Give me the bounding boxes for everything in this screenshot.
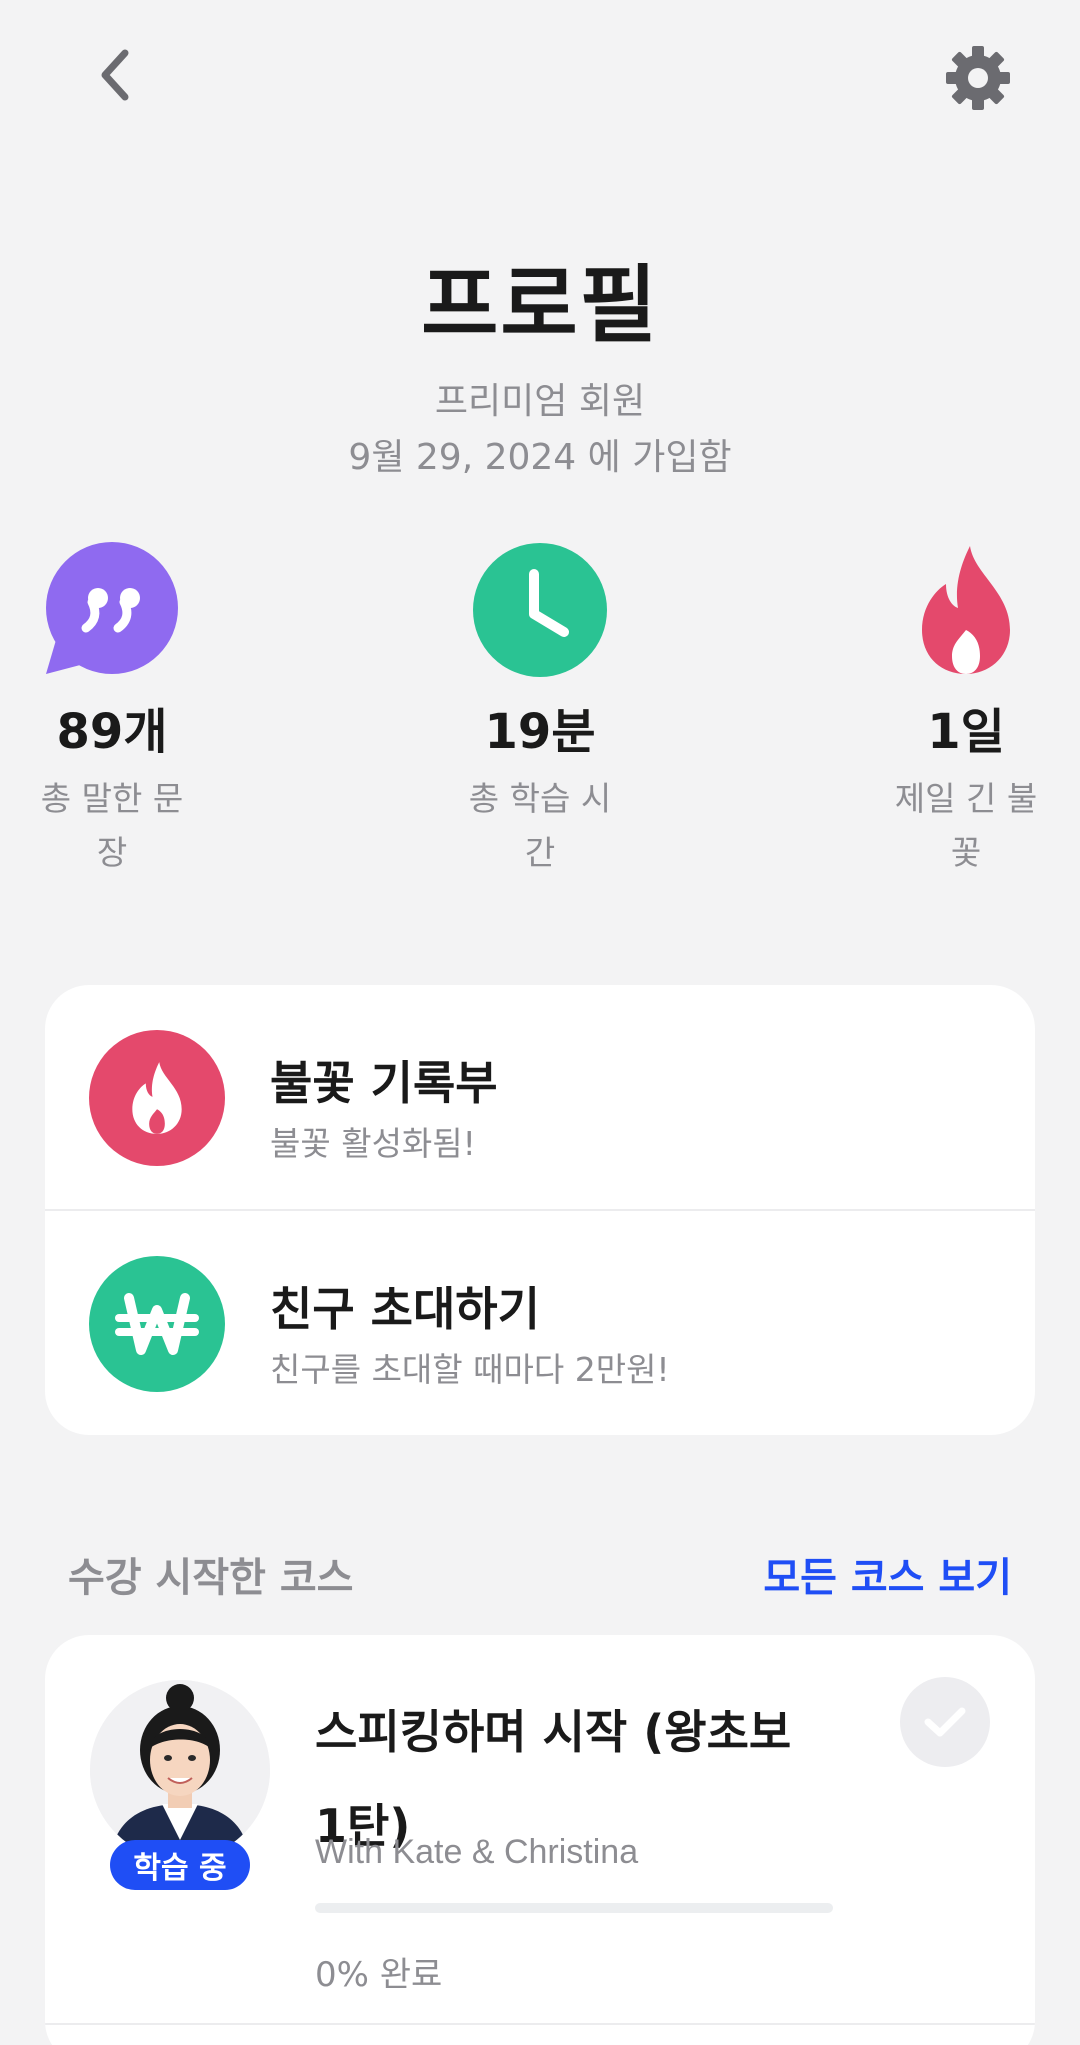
row-title: 불꽃 기록부	[270, 1056, 498, 1110]
complete-check-button[interactable]	[900, 1677, 990, 1767]
course-card[interactable]: 학습 중 스피킹하며 시작 (왕초보 1탄) With Kate & Chris…	[45, 1635, 1035, 2045]
stat-value: 1일	[927, 704, 1005, 760]
streak-icon-circle	[89, 1030, 225, 1166]
won-icon	[115, 1293, 199, 1355]
course-instructors: With Kate & Christina	[315, 1833, 639, 1871]
stat-sentences: 89개 총 말한 문장	[0, 540, 232, 880]
stat-label: 총 학습 시간	[468, 779, 612, 872]
clock-icon	[473, 543, 607, 677]
back-button[interactable]	[80, 40, 150, 110]
row-subtitle: 불꽃 활성화됨!	[270, 1124, 476, 1163]
membership-label: 프리미엄 회원	[434, 381, 646, 422]
view-all-courses-link[interactable]: 모든 코스 보기	[763, 1545, 1012, 1603]
stat-value: 19분	[484, 704, 596, 760]
stat-label: 제일 긴 불꽃	[894, 779, 1038, 872]
instructor-photo	[90, 1680, 270, 1860]
status-badge: 학습 중	[110, 1840, 250, 1890]
menu-card: 불꽃 기록부 불꽃 활성화됨! 친구 초대하기 친구를 초대할 때마다 2만원!	[45, 985, 1035, 1435]
stat-value: 89개	[56, 704, 168, 760]
divider	[45, 2023, 1035, 2025]
progress-label: 0% 완료	[315, 1955, 443, 1995]
instructor-avatar	[90, 1680, 270, 1860]
stat-study-time: 19분 총 학습 시간	[420, 540, 660, 880]
row-subtitle: 친구를 초대할 때마다 2만원!	[270, 1350, 670, 1389]
gear-icon	[946, 46, 1010, 110]
page-title: 프로필	[421, 256, 659, 354]
row-title: 친구 초대하기	[270, 1282, 540, 1336]
stat-label: 총 말한 문장	[40, 779, 184, 872]
courses-section-title: 수강 시작한 코스	[68, 1555, 354, 1601]
settings-button[interactable]	[940, 40, 1016, 116]
chevron-left-icon	[101, 49, 129, 101]
quote-bubble-icon	[46, 542, 178, 674]
streak-record-row[interactable]: 불꽃 기록부 불꽃 활성화됨!	[45, 985, 1035, 1209]
checkmark-icon	[924, 1707, 966, 1737]
profile-page: 프로필 프리미엄 회원 9월 29, 2024 에 가입함 89개 총 말한 문…	[0, 0, 1080, 2045]
progress-bar	[315, 1903, 833, 1913]
flame-icon	[132, 1062, 182, 1134]
invite-friends-row[interactable]: 친구 초대하기 친구를 초대할 때마다 2만원!	[45, 1211, 1035, 1435]
join-date: 9월 29, 2024 에 가입함	[348, 437, 732, 478]
flame-icon	[922, 546, 1010, 674]
stat-longest-streak: 1일 제일 긴 불꽃	[846, 540, 1080, 880]
invite-icon-circle	[89, 1256, 225, 1392]
